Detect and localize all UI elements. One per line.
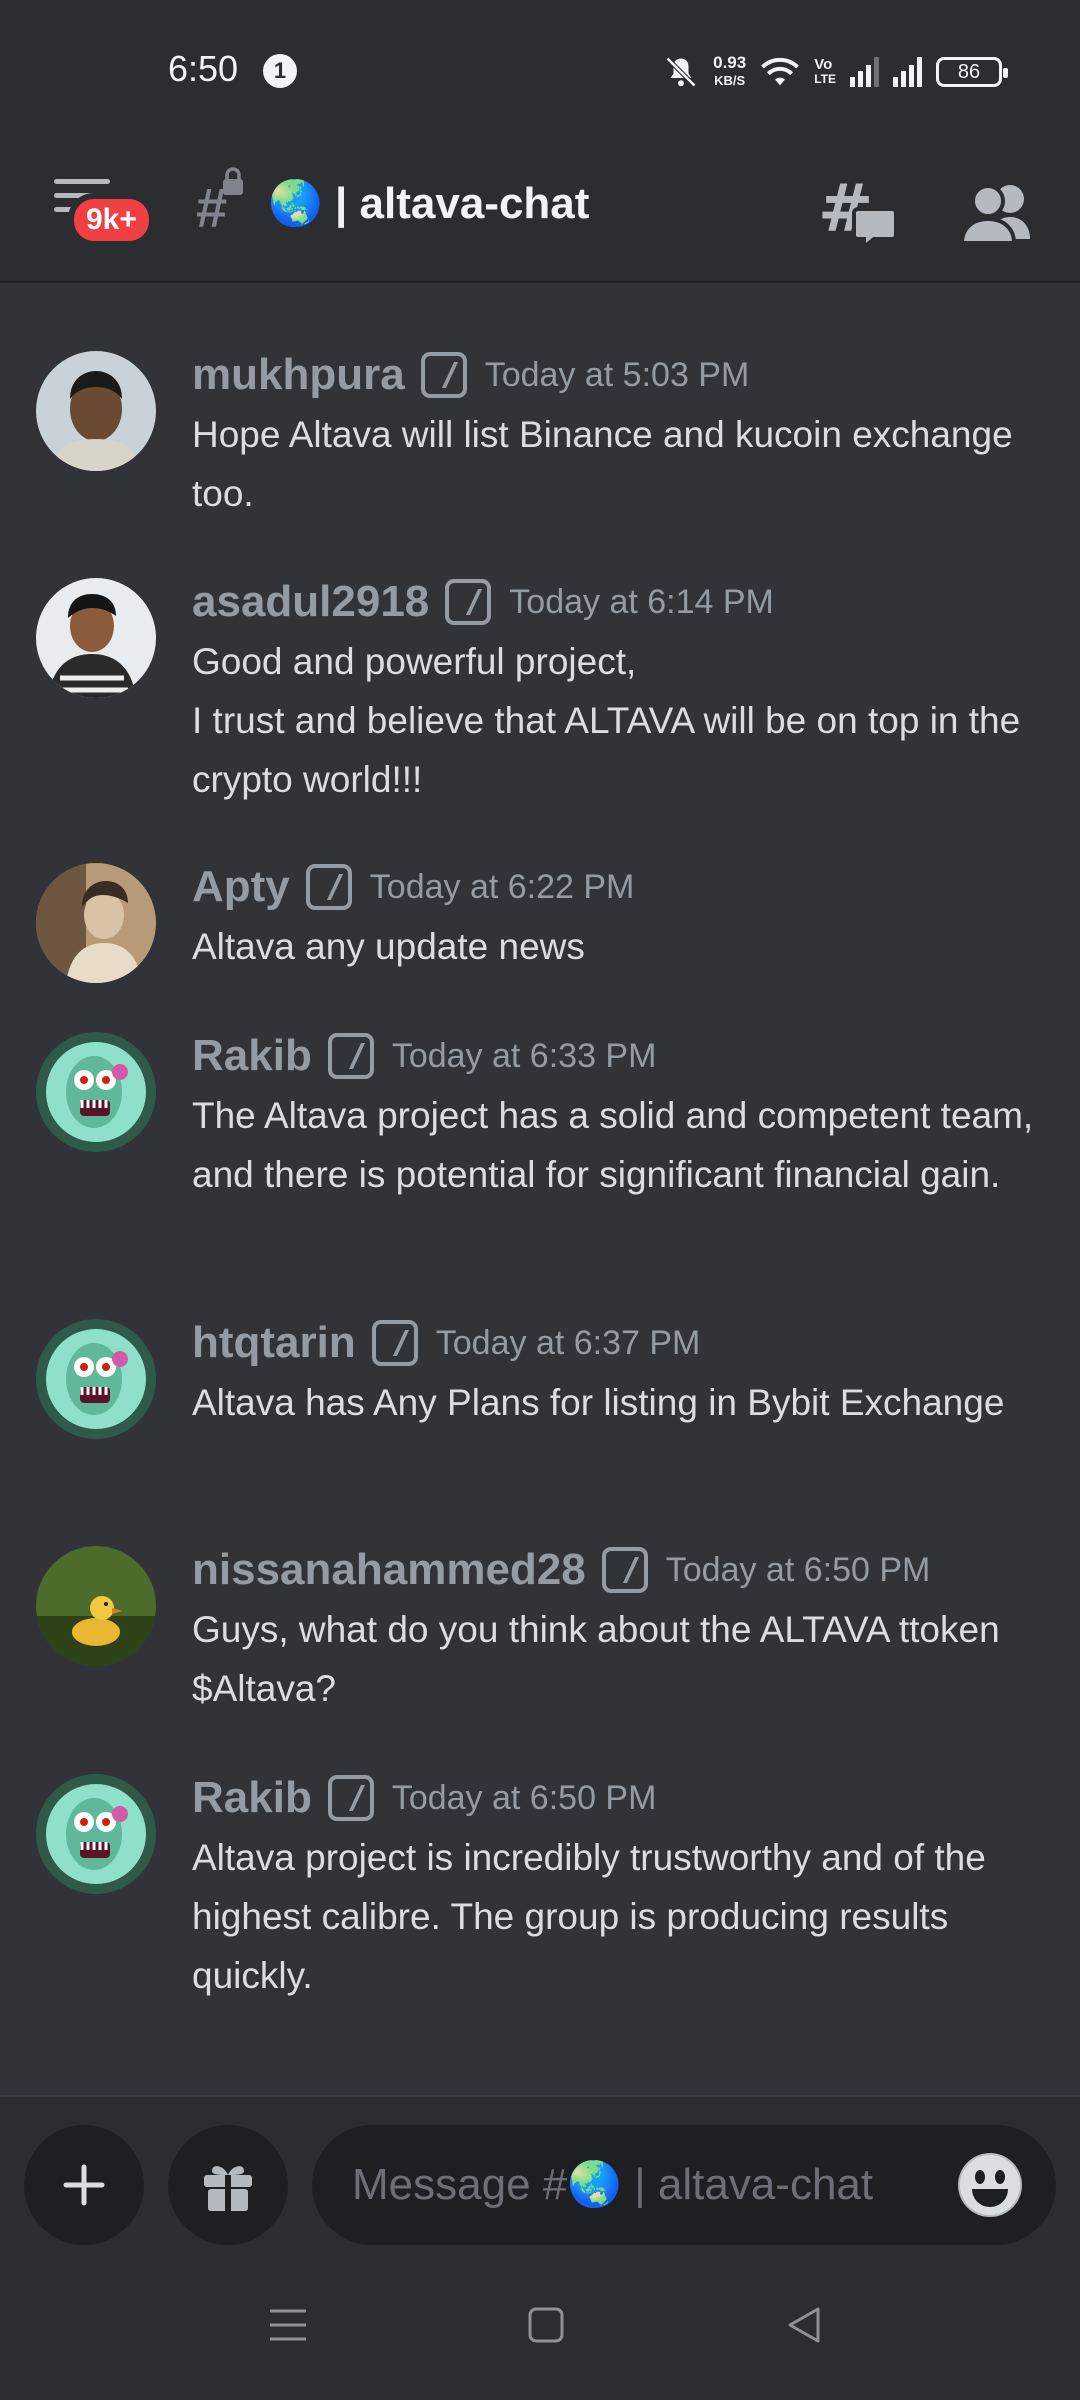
status-bar: 6:50 1 0.93 KB/S Vo LTE 86 (0, 0, 1080, 145)
battery-icon: 86 (936, 57, 1008, 87)
message-text: Altava has Any Plans for listing in Bybi… (192, 1382, 1005, 1423)
add-attachment-button[interactable] (24, 2125, 144, 2245)
recent-apps-button[interactable] (258, 2295, 318, 2355)
author-name[interactable]: Apty (192, 862, 290, 912)
channel-header: 9k+ # 🌏 | altava-chat # (0, 145, 1080, 283)
avatar[interactable] (36, 1774, 156, 1894)
author-name[interactable]: asadul2918 (192, 577, 429, 627)
back-button[interactable] (774, 2295, 834, 2355)
message-text: The Altava project has a solid and compe… (192, 1095, 1034, 1195)
timestamp: Today at 5:03 PM (484, 355, 750, 394)
timestamp: Today at 6:33 PM (391, 1036, 657, 1075)
author-name[interactable]: mukhpura (192, 350, 405, 400)
role-icon (420, 352, 467, 398)
lock-icon (223, 167, 243, 195)
avatar[interactable] (36, 1319, 156, 1439)
role-icon (601, 1547, 648, 1593)
timestamp: Today at 6:50 PM (391, 1778, 657, 1817)
notification-count-badge: 1 (263, 54, 297, 88)
message-text: Good and powerful project, I trust and b… (192, 641, 1021, 800)
smiley-icon (960, 2155, 1020, 2215)
avatar[interactable] (36, 863, 156, 983)
emoji-button[interactable] (958, 2153, 1022, 2217)
role-icon (305, 864, 352, 910)
gift-icon (204, 2166, 252, 2211)
author-name[interactable]: Rakib (192, 1773, 312, 1823)
signal-strength-icon-2 (893, 57, 922, 87)
network-speed-unit: KB/S (714, 73, 746, 88)
message-text: Altava project is incredibly trustworthy… (192, 1837, 986, 1996)
message-header: mukhpura Today at 5:03 PM (192, 347, 749, 403)
signal-strength-icon-1 (850, 57, 879, 87)
role-icon (371, 1320, 418, 1366)
home-button[interactable] (516, 2295, 576, 2355)
timestamp: Today at 6:22 PM (369, 867, 635, 906)
author-name[interactable]: htqtarin (192, 1318, 356, 1368)
role-icon (327, 1775, 374, 1821)
author-name[interactable]: Rakib (192, 1031, 312, 1081)
menu-lines-icon (270, 2309, 306, 2341)
role-icon (445, 579, 492, 625)
plus-icon (63, 2164, 105, 2206)
mute-bell-icon (666, 56, 697, 88)
message-text: Guys, what do you think about the ALTAVA… (192, 1609, 1000, 1709)
volte-bottom: LTE (814, 72, 836, 86)
members-icon[interactable] (952, 169, 1042, 259)
threads-icon[interactable]: # (812, 169, 902, 259)
message-header: nissanahammed28 Today at 6:50 PM (192, 1542, 930, 1598)
message-header: htqtarin Today at 6:37 PM (192, 1315, 700, 1371)
system-navigation-bar (0, 2255, 1080, 2400)
wifi-icon (761, 57, 800, 86)
square-icon (528, 2307, 564, 2343)
timestamp: Today at 6:50 PM (665, 1550, 931, 1589)
message-header: asadul2918 Today at 6:14 PM (192, 574, 774, 630)
message-header: Rakib Today at 6:50 PM (192, 1770, 656, 1826)
unread-badge: 9k+ (68, 193, 155, 247)
avatar[interactable] (36, 578, 156, 698)
status-time: 6:50 (168, 48, 239, 89)
message-text: Altava any update news (192, 926, 585, 967)
message-composer (0, 2095, 1080, 2255)
message-header: Rakib Today at 6:33 PM (192, 1028, 656, 1084)
status-icons: 0.93 KB/S Vo LTE 86 (663, 48, 1008, 96)
volte-indicator: Vo LTE (814, 57, 836, 87)
timestamp: Today at 6:37 PM (435, 1323, 701, 1362)
role-icon (327, 1033, 374, 1079)
network-speed: 0.93 KB/S (713, 54, 746, 90)
message-input[interactable] (312, 2125, 1056, 2245)
avatar[interactable] (36, 351, 156, 471)
message-text: Hope Altava will list Binance and kucoin… (192, 414, 1013, 514)
message-header: Apty Today at 6:22 PM (192, 859, 634, 915)
avatar[interactable] (36, 1546, 156, 1666)
channel-name: 🌏 | altava-chat (268, 179, 590, 228)
author-name[interactable]: nissanahammed28 (192, 1545, 586, 1595)
back-triangle-icon (788, 2307, 820, 2343)
gift-button[interactable] (168, 2125, 288, 2245)
avatar[interactable] (36, 1032, 156, 1152)
volte-top: Vo (814, 56, 833, 73)
cut-off-message-text: Bithumb and Huobi. (192, 285, 517, 293)
timestamp: Today at 6:14 PM (509, 582, 774, 621)
message-list[interactable]: Bithumb and Huobi. mukhpura Today at 5:0… (0, 285, 1080, 2095)
network-speed-value: 0.93 (713, 53, 747, 72)
